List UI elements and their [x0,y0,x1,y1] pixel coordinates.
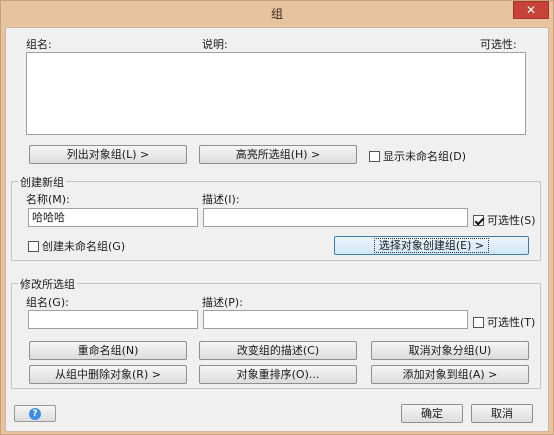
column-header-selectable: 可选性: [480,38,517,51]
rename-group-button[interactable]: 重命名组(N) [29,341,187,360]
column-header-description: 说明: [202,38,228,51]
modify-group-section: 修改所选组 组名(G): 描述(P): 可选性(T) 重命名组(N) 改变组的描… [11,276,541,389]
column-header-group-name: 组名: [26,38,52,51]
group-list[interactable] [26,52,526,135]
modify-group-title: 修改所选组 [18,276,77,292]
modify-selectable-box[interactable] [473,316,484,328]
create-desc-input[interactable] [203,208,468,227]
create-unnamed-checkbox[interactable]: 创建未命名组(G) [28,238,125,254]
dialog-title: 组 [270,7,283,21]
modify-desc-input[interactable] [203,310,468,329]
cancel-button[interactable]: 取消 [471,404,533,423]
name-label: 名称(M): [26,193,70,206]
modify-desc-label: 描述(P): [202,296,243,309]
name-input[interactable]: 哈哈哈 [28,208,198,227]
add-objects-button[interactable]: 添加对象到组(A) > [371,365,529,384]
create-group-title: 创建新组 [18,174,66,190]
dialog-body: 组名: 说明: 可选性: 列出对象组(L) > 高亮所选组(H) > 显示未命名… [5,27,549,432]
reorder-objects-button[interactable]: 对象重排序(O)... [199,365,357,384]
create-desc-label: 描述(I): [202,193,240,206]
show-unnamed-label: 显示未命名组(D) [383,150,467,163]
show-unnamed-box[interactable] [369,150,380,162]
change-description-button[interactable]: 改变组的描述(C) [199,341,357,360]
group-name-input[interactable] [28,310,198,329]
help-icon: ? [29,408,41,420]
list-groups-button[interactable]: 列出对象组(L) > [29,145,187,164]
ok-button[interactable]: 确定 [401,404,463,423]
modify-selectable-checkbox[interactable]: 可选性(T) [473,314,535,330]
create-selectable-box[interactable] [473,214,484,226]
close-button[interactable]: ✕ [513,1,549,19]
create-selectable-label: 可选性(S) [487,214,536,227]
select-create-group-label: 选择对象创建组(E) > [373,238,490,253]
create-unnamed-label: 创建未命名组(G) [42,240,126,253]
group-name-label: 组名(G): [26,296,69,309]
create-group-section: 创建新组 名称(M): 描述(I): 哈哈哈 可选性(S) 创建未命名组(G) … [11,174,541,261]
title-bar[interactable]: 组 ✕ [1,1,553,25]
help-button[interactable]: ? [14,405,56,422]
select-create-group-button[interactable]: 选择对象创建组(E) > [334,236,529,255]
highlight-group-button[interactable]: 高亮所选组(H) > [199,145,357,164]
modify-selectable-label: 可选性(T) [487,316,536,329]
show-unnamed-checkbox[interactable]: 显示未命名组(D) [369,148,466,164]
ungroup-button[interactable]: 取消对象分组(U) [371,341,529,360]
create-selectable-checkbox[interactable]: 可选性(S) [473,212,536,228]
group-dialog: 组 ✕ 组名: 说明: 可选性: 列出对象组(L) > 高亮所选组(H) > 显… [0,0,554,435]
create-unnamed-box[interactable] [28,240,39,252]
remove-objects-button[interactable]: 从组中删除对象(R) > [29,365,187,384]
